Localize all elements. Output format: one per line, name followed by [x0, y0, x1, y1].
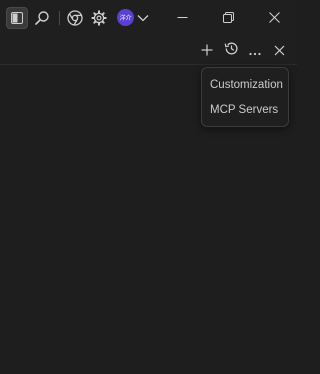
ellipsis-icon	[249, 41, 261, 60]
restore-button[interactable]	[205, 0, 251, 35]
app-window: 洋介 Customization MCP Servers	[0, 0, 297, 374]
panel-close-button[interactable]	[268, 39, 290, 61]
restore-icon	[222, 8, 234, 27]
history-icon	[224, 41, 239, 60]
browser-button[interactable]	[64, 7, 86, 29]
new-button[interactable]	[196, 39, 218, 61]
panel-toggle-button[interactable]	[6, 7, 28, 29]
window-close-button[interactable]	[251, 0, 297, 35]
chrome-icon	[67, 10, 83, 26]
settings-button[interactable]	[88, 7, 110, 29]
plus-icon	[201, 41, 213, 60]
account-dropdown-button[interactable]	[135, 7, 151, 29]
title-separator	[59, 11, 60, 25]
close-icon	[274, 41, 285, 60]
panel-toggle-icon	[11, 12, 23, 24]
chevron-down-icon	[137, 14, 149, 22]
gear-icon	[91, 10, 107, 26]
minimize-icon	[177, 8, 188, 27]
panel-toolbar	[0, 35, 297, 64]
history-button[interactable]	[220, 39, 242, 61]
close-icon	[268, 8, 280, 27]
search-icon	[34, 10, 50, 26]
more-actions-button[interactable]	[244, 39, 266, 61]
account-avatar[interactable]: 洋介	[117, 9, 134, 26]
panel-content	[0, 65, 297, 374]
title-bar: 洋介	[0, 0, 297, 35]
search-button[interactable]	[31, 7, 53, 29]
minimize-button[interactable]	[159, 0, 205, 35]
